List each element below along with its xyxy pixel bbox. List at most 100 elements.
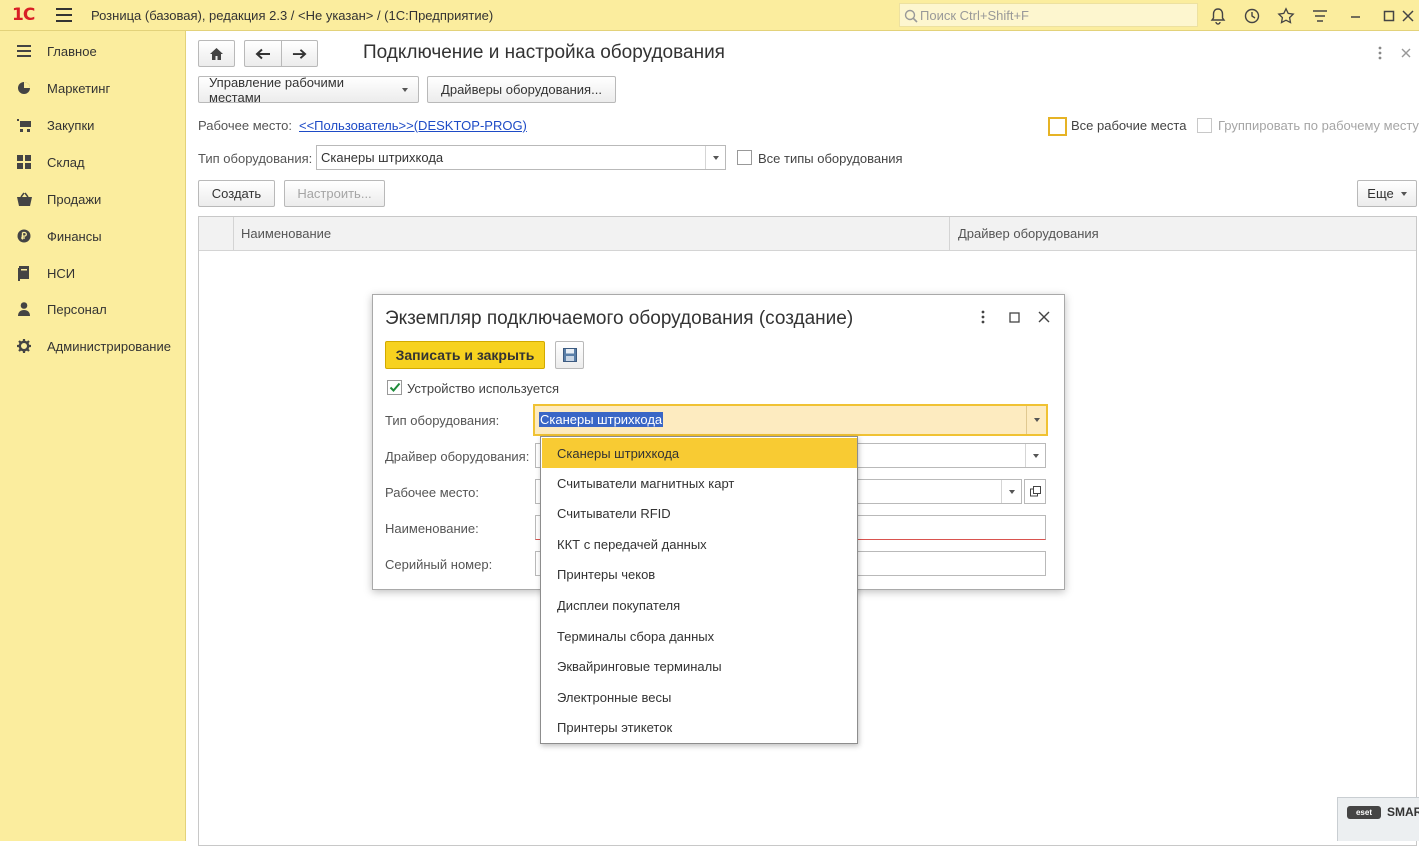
sidebar-item-label: Маркетинг: [47, 80, 111, 96]
sidebar-item-sales[interactable]: Продажи: [16, 189, 101, 209]
sidebar-item-administration[interactable]: Администрирование: [16, 336, 171, 356]
dialog-maximize-icon[interactable]: [1006, 309, 1022, 325]
dropdown-option[interactable]: Эквайринговые терминалы: [542, 651, 857, 681]
close-form-icon[interactable]: [1401, 48, 1411, 58]
sidebar-item-label: Закупки: [47, 117, 95, 133]
column-header-name[interactable]: Наименование: [241, 226, 331, 241]
button-label: Настроить...: [297, 186, 372, 201]
settings-menu-icon[interactable]: [1311, 7, 1329, 25]
equipment-type-label: Тип оборудования:: [198, 151, 313, 166]
table-header: Наименование Драйвер оборудования: [199, 217, 1416, 251]
maximize-icon[interactable]: [1380, 7, 1398, 25]
dropdown-option[interactable]: Терминалы сбора данных: [542, 621, 857, 651]
sidebar-item-purchases[interactable]: Закупки: [16, 115, 94, 135]
sidebar-item-personnel[interactable]: Персонал: [16, 299, 107, 319]
dropdown-option[interactable]: Принтеры этикеток: [542, 712, 857, 742]
dialog-name-label: Наименование:: [385, 521, 479, 536]
search-placeholder: Поиск Ctrl+Shift+F: [920, 8, 1029, 23]
equipment-type-dropdown: Сканеры штрихкода Считыватели магнитных …: [540, 436, 858, 744]
manage-workplaces-button[interactable]: Управление рабочими местами: [198, 74, 419, 105]
main-menu-icon[interactable]: [56, 8, 72, 22]
button-label: Еще: [1367, 186, 1394, 201]
save-button[interactable]: [555, 341, 584, 369]
dropdown-button[interactable]: [705, 146, 725, 169]
forward-button[interactable]: [281, 40, 318, 67]
equipment-type-select[interactable]: Сканеры штрихкода: [316, 145, 726, 170]
chevron-down-icon: [1032, 453, 1039, 458]
chevron-down-icon: [1033, 418, 1040, 422]
search-input[interactable]: Поиск Ctrl+Shift+F: [899, 3, 1198, 27]
star-icon[interactable]: [1277, 7, 1295, 25]
button-label: Создать: [211, 186, 262, 201]
all-types-checkbox[interactable]: [737, 150, 752, 165]
workplace-link[interactable]: <<Пользователь>>(DESKTOP-PROG): [299, 118, 527, 133]
sidebar-item-marketing[interactable]: Маркетинг: [16, 78, 110, 98]
dropdown-option[interactable]: Принтеры чеков: [542, 559, 857, 589]
device-used-checkbox[interactable]: [387, 380, 402, 395]
minimize-icon[interactable]: [1347, 7, 1365, 25]
create-button[interactable]: Создать: [198, 180, 275, 207]
cart-icon: [16, 117, 32, 133]
ruble-icon: [16, 228, 32, 244]
chevron-down-icon: [402, 87, 408, 92]
dropdown-option[interactable]: Считыватели RFID: [542, 498, 857, 528]
dropdown-button[interactable]: [1026, 406, 1046, 434]
dialog-driver-label: Драйвер оборудования:: [385, 449, 530, 464]
configure-button: Настроить...: [284, 180, 385, 207]
eset-label: SMAR: [1387, 805, 1419, 819]
search-icon: [904, 9, 918, 23]
sidebar-item-main[interactable]: Главное: [16, 41, 97, 61]
group-by-workplace-label: Группировать по рабочему месту: [1218, 118, 1419, 133]
column-header-driver[interactable]: Драйвер оборудования: [958, 226, 1099, 241]
save-and-close-button[interactable]: Записать и закрыть: [385, 341, 545, 369]
dropdown-button[interactable]: [1001, 480, 1021, 503]
gear-icon: [16, 338, 32, 354]
dropdown-option[interactable]: Дисплеи покупателя: [542, 590, 857, 620]
sidebar-item-finance[interactable]: Финансы: [16, 226, 102, 246]
sidebar: Главное Маркетинг Закупки Склад Продажи …: [0, 31, 186, 841]
sidebar-item-warehouse[interactable]: Склад: [16, 152, 85, 172]
open-workplace-button[interactable]: [1024, 479, 1046, 504]
pie-icon: [16, 80, 32, 96]
more-vertical-icon[interactable]: [1377, 45, 1383, 61]
arrow-left-icon: [255, 48, 270, 59]
dropdown-button[interactable]: [1025, 444, 1045, 467]
equipment-drivers-button[interactable]: Драйверы оборудования...: [427, 76, 616, 103]
title-bar: 1С Розница (базовая), редакция 2.3 / <Не…: [0, 0, 1419, 31]
all-workplaces-checkbox[interactable]: [1048, 117, 1067, 136]
chevron-down-icon: [1008, 489, 1015, 494]
basket-icon: [16, 191, 32, 207]
dropdown-option[interactable]: Сканеры штрихкода: [542, 438, 857, 468]
menu-lines-icon: [16, 43, 32, 59]
dialog-workplace-label: Рабочее место:: [385, 485, 480, 500]
dialog-more-icon[interactable]: [975, 309, 991, 325]
button-label: Управление рабочими местами: [209, 74, 344, 105]
grid-icon: [16, 154, 32, 170]
dialog-type-value[interactable]: Сканеры штрихкода: [539, 412, 664, 427]
dropdown-option[interactable]: ККТ с передачей данных: [542, 529, 857, 559]
column-separator: [949, 217, 950, 251]
dropdown-option[interactable]: Электронные весы: [542, 682, 857, 712]
sidebar-item-nsi[interactable]: НСИ: [16, 263, 75, 283]
workplace-label: Рабочее место:: [198, 118, 293, 133]
more-button[interactable]: Еще: [1357, 180, 1417, 207]
person-icon: [16, 301, 32, 317]
sidebar-item-label: Склад: [47, 154, 85, 170]
dialog-type-select[interactable]: Сканеры штрихкода: [533, 404, 1048, 436]
sidebar-item-label: Администрирование: [47, 338, 171, 354]
history-icon[interactable]: [1243, 7, 1261, 25]
arrow-right-icon: [292, 48, 307, 59]
eset-notification[interactable]: eset SMAR: [1337, 797, 1419, 841]
bell-icon[interactable]: [1209, 7, 1227, 25]
open-icon: [1030, 486, 1041, 497]
dialog-close-icon[interactable]: [1036, 309, 1052, 325]
button-label: Драйверы оборудования...: [441, 82, 602, 97]
close-icon[interactable]: [1399, 7, 1417, 25]
dropdown-option[interactable]: Считыватели магнитных карт: [542, 468, 857, 498]
column-separator: [233, 217, 234, 251]
back-button[interactable]: [244, 40, 281, 67]
home-button[interactable]: [198, 40, 235, 67]
home-icon: [210, 47, 223, 60]
app-logo: 1С: [12, 5, 35, 25]
dialog-serial-label: Серийный номер:: [385, 557, 493, 572]
